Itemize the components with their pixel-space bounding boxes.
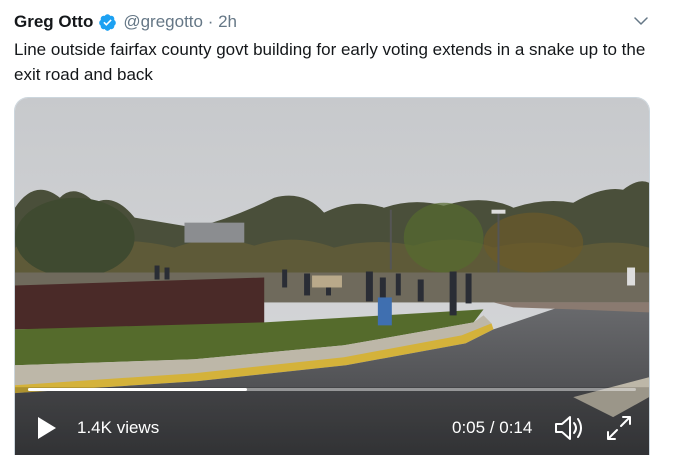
video-progress-fill — [28, 388, 247, 391]
handle-and-timestamp[interactable]: @gregotto · 2h — [123, 12, 237, 32]
video-time: 0:05 / 0:14 — [452, 418, 533, 437]
view-count: 1.4K views — [77, 418, 160, 437]
chevron-down-icon[interactable] — [632, 12, 650, 30]
tweet-text: Line outside fairfax county govt buildin… — [14, 40, 646, 84]
volume-icon[interactable] — [553, 414, 585, 442]
video-progress-bar[interactable] — [28, 388, 636, 391]
author-name[interactable]: Greg Otto — [14, 12, 93, 32]
fullscreen-icon[interactable] — [605, 414, 633, 442]
video-controls: 1.4K views 0:05 / 0:14 — [15, 404, 649, 452]
video-frame — [15, 98, 649, 455]
tweet-header: Greg Otto @gregotto · 2h — [14, 11, 656, 33]
video-player[interactable]: 1.4K views 0:05 / 0:14 — [14, 97, 650, 455]
verified-badge-icon — [98, 13, 117, 32]
play-icon[interactable] — [36, 416, 58, 440]
